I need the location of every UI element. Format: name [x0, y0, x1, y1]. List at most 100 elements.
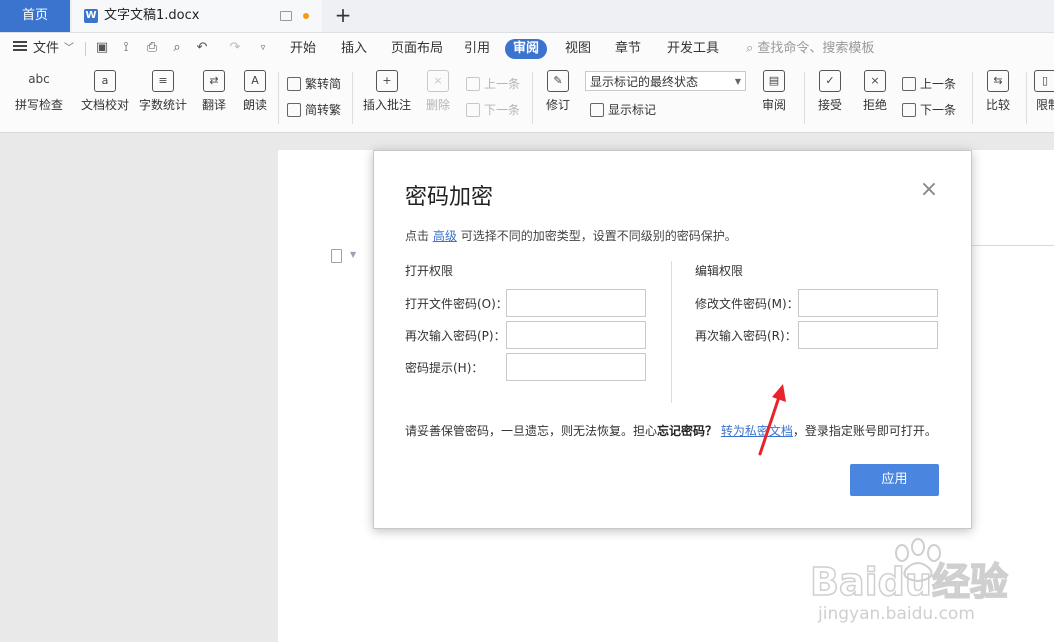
- new-tab-button[interactable]: +: [332, 3, 354, 29]
- format-painter-icon[interactable]: ⟟: [119, 41, 133, 55]
- document-icon[interactable]: [331, 249, 342, 263]
- reject-button[interactable]: × 拒绝: [855, 64, 895, 113]
- show-markup-button[interactable]: 显示标记: [590, 101, 656, 118]
- tab-document[interactable]: W 文字文稿1.docx: [72, 0, 322, 32]
- trad-to-simp-button[interactable]: 繁转简: [287, 75, 341, 92]
- divider: [278, 72, 279, 124]
- print-preview-icon[interactable]: ⌕: [170, 41, 184, 55]
- password-hint-label: 密码提示(H)：: [405, 361, 484, 375]
- menu-references[interactable]: 引用: [464, 33, 490, 64]
- accept-label: 接受: [817, 98, 842, 112]
- insert-comment-button[interactable]: + 插入批注: [360, 64, 414, 113]
- forgot-password-text: 忘记密码？: [657, 424, 718, 438]
- trad-to-simp-icon: [287, 77, 301, 91]
- reject-label: 拒绝: [862, 98, 887, 112]
- hamburger-icon[interactable]: [13, 45, 27, 47]
- redo-icon[interactable]: ↷: [228, 41, 242, 55]
- undo-icon[interactable]: ↶: [195, 41, 209, 55]
- chevron-down-icon[interactable]: ▼: [350, 250, 356, 259]
- open-password-confirm-label: 再次输入密码(P)：: [405, 329, 506, 343]
- password-hint-input[interactable]: [506, 353, 646, 381]
- open-permission-title: 打开权限: [405, 264, 454, 278]
- markup-state-select[interactable]: 显示标记的最终状态 ▼: [585, 71, 746, 91]
- print-icon[interactable]: ⎙: [145, 41, 159, 55]
- insert-comment-label: 插入批注: [362, 98, 411, 112]
- next-comment-label: 下一条: [484, 103, 521, 117]
- edit-password-confirm-input[interactable]: [798, 321, 938, 349]
- prev-comment-label: 上一条: [484, 77, 521, 91]
- restrict-button[interactable]: ▯ 限制: [1030, 64, 1054, 113]
- monitor-icon[interactable]: [280, 11, 292, 21]
- track-changes-label: 修订: [545, 98, 570, 112]
- delete-comment-label: 删除: [425, 98, 450, 112]
- warning-text: 请妥善保管密码，一旦遗忘，则无法恢复。担心: [405, 424, 658, 438]
- spell-check-button[interactable]: abc 拼写检查: [8, 64, 70, 113]
- tab-home[interactable]: 首页: [0, 0, 70, 32]
- review-pane-button[interactable]: ▤ 审阅: [754, 64, 794, 113]
- chevron-down-icon[interactable]: ﹀: [64, 33, 74, 64]
- open-password-label: 打开文件密码(O)：: [405, 297, 508, 311]
- open-password-confirm-input[interactable]: [506, 321, 646, 349]
- review-pane-label: 审阅: [761, 98, 786, 112]
- markup-state-value: 显示标记的最终状态: [590, 75, 699, 89]
- menu-section[interactable]: 章节: [615, 33, 641, 64]
- menu-view[interactable]: 视图: [565, 33, 591, 64]
- divider: [671, 261, 672, 403]
- divider: [1026, 72, 1027, 124]
- prev-comment-button[interactable]: 上一条: [466, 75, 520, 92]
- restrict-label: 限制: [1036, 98, 1054, 112]
- search-icon: ⌕: [746, 41, 754, 56]
- translate-button[interactable]: ⇄ 翻译: [195, 64, 233, 113]
- menu-insert[interactable]: 插入: [341, 33, 367, 64]
- dialog-title: 密码加密: [405, 185, 494, 210]
- compare-button[interactable]: ⇆ 比较: [978, 64, 1018, 113]
- simp-to-trad-button[interactable]: 简转繁: [287, 101, 341, 118]
- accept-button[interactable]: ✓ 接受: [810, 64, 850, 113]
- save-icon[interactable]: ▣: [95, 41, 109, 55]
- apply-button[interactable]: 应用: [850, 464, 939, 496]
- divider: [972, 72, 973, 124]
- divider: [532, 72, 533, 124]
- edit-password-input[interactable]: [798, 289, 938, 317]
- doc-proof-icon: a: [94, 70, 116, 92]
- read-aloud-button[interactable]: A 朗读: [238, 64, 272, 113]
- chevron-down-icon: ▼: [734, 77, 741, 86]
- next-comment-button[interactable]: 下一条: [466, 101, 520, 118]
- divider: [85, 42, 86, 56]
- divider: [352, 72, 353, 124]
- review-ribbon: abc 拼写检查 a 文档校对 ≡ 字数统计 ⇄ 翻译 A 朗读 繁转简 简转繁…: [0, 64, 1054, 133]
- open-password-input[interactable]: [506, 289, 646, 317]
- password-encryption-dialog: 密码加密 × 点击 高级 可选择不同的加密类型，设置不同级别的密码保护。 打开权…: [373, 150, 972, 529]
- reject-icon: ×: [864, 70, 886, 92]
- password-warning: 请妥善保管密码，一旦遗忘，则无法恢复。担心忘记密码？ 转为私密文档，登录指定账号…: [405, 422, 937, 439]
- prev-change-button[interactable]: 上一条: [902, 75, 956, 92]
- tab-bar: 首页 W 文字文稿1.docx +: [0, 0, 1054, 33]
- next-comment-icon: [466, 103, 480, 117]
- next-change-label: 下一条: [920, 103, 957, 117]
- menu-developer[interactable]: 开发工具: [667, 33, 719, 64]
- doc-proof-button[interactable]: a 文档校对: [77, 64, 133, 113]
- tab-document-title: 文字文稿1.docx: [104, 8, 200, 23]
- track-changes-button[interactable]: ✎ 修订: [538, 64, 578, 113]
- customize-toolbar-icon[interactable]: ▿: [256, 41, 270, 55]
- menu-start[interactable]: 开始: [290, 33, 316, 64]
- delete-comment-button[interactable]: × 删除: [418, 64, 458, 113]
- divider: [804, 72, 805, 124]
- annotation-arrow-icon: [758, 384, 786, 456]
- advanced-link[interactable]: 高级: [433, 229, 457, 243]
- track-changes-icon: ✎: [547, 70, 569, 92]
- command-search[interactable]: ⌕ 查找命令、搜索模板: [746, 33, 874, 64]
- menu-file[interactable]: 文件: [33, 33, 59, 64]
- menu-page-layout[interactable]: 页面布局: [391, 33, 443, 64]
- word-count-button[interactable]: ≡ 字数统计: [136, 64, 190, 113]
- restrict-icon: ▯: [1034, 70, 1054, 92]
- next-change-button[interactable]: 下一条: [902, 101, 956, 118]
- menu-review[interactable]: 审阅: [505, 39, 548, 59]
- show-markup-icon: [590, 103, 604, 117]
- edit-password-label: 修改文件密码(M)：: [695, 297, 799, 311]
- prev-comment-icon: [466, 77, 480, 91]
- close-icon[interactable]: ×: [919, 179, 939, 201]
- simp-to-trad-label: 简转繁: [305, 103, 342, 117]
- word-count-label: 字数统计: [138, 98, 187, 112]
- delete-comment-icon: ×: [427, 70, 449, 92]
